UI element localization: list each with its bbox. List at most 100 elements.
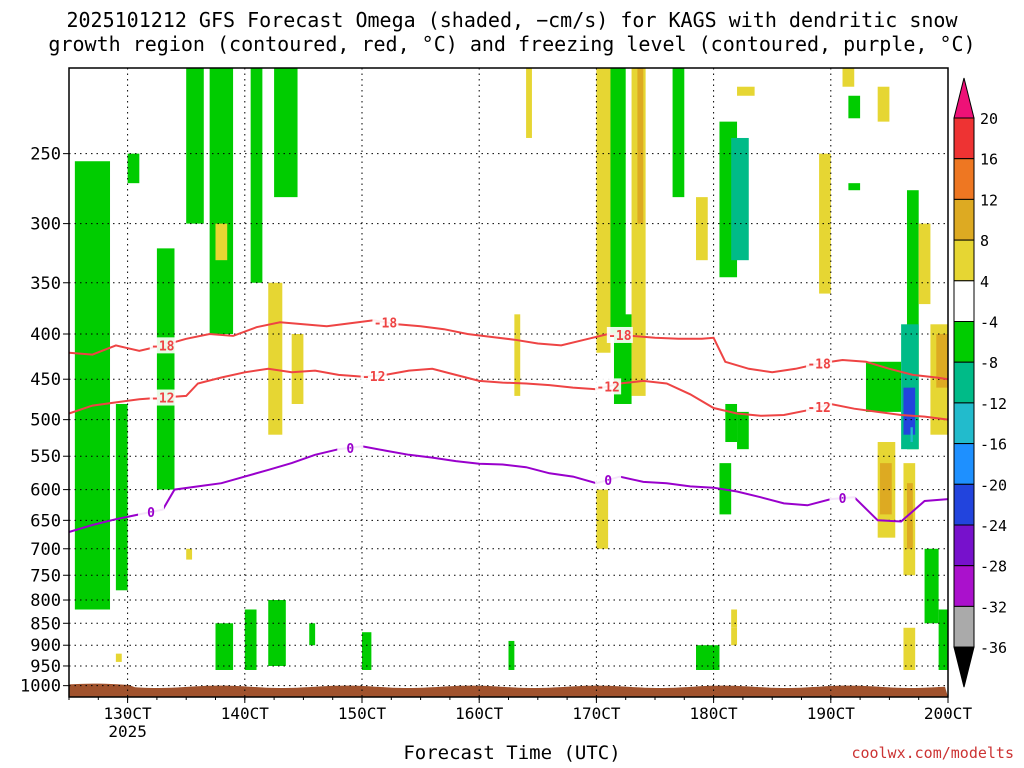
omega-region — [924, 548, 939, 624]
omega-region — [903, 387, 916, 435]
x-tick-label: 130CT — [104, 704, 153, 723]
colorbar-tick-label: 16 — [980, 151, 998, 169]
colorbar-bin — [953, 239, 975, 282]
colorbar-tick-label: -24 — [980, 517, 1007, 535]
y-tick-label: 600 — [30, 481, 61, 501]
x-axis-ticks: 130CT 140CT 150CT 160CT 170CT 180CT 190CT 200CT… — [68, 697, 973, 741]
terrain-fill — [69, 683, 948, 697]
contour-label: -12 — [596, 380, 619, 395]
contour-label: -12 — [807, 401, 830, 416]
omega-region — [637, 68, 644, 224]
colorbar-tick-label: -28 — [980, 558, 1007, 576]
y-tick-label: 950 — [30, 657, 61, 677]
freezing-level-contour — [68, 445, 949, 533]
y-axis-ticks: 2503003504004505005506006507007508008509… — [20, 145, 69, 697]
colorbar-bin — [953, 565, 975, 607]
omega-region — [696, 197, 708, 261]
omega-region — [362, 632, 372, 670]
y-tick-label: 650 — [30, 511, 61, 531]
omega-region — [842, 68, 855, 87]
x-tick-label: 170CT — [572, 704, 621, 723]
omega-region — [938, 609, 948, 670]
omega-region — [608, 68, 626, 335]
y-tick-label: 550 — [30, 447, 61, 467]
omega-region — [596, 489, 609, 549]
x-tick-label: 190CT — [807, 704, 856, 723]
omega-region — [156, 248, 175, 490]
omega-region — [244, 609, 257, 670]
x-tick-label: 180CT — [690, 704, 739, 723]
colorbar-tick-label: 4 — [980, 273, 989, 291]
y-tick-label: 350 — [30, 274, 61, 294]
colorbar-bin — [953, 524, 975, 567]
contour-label: -12 — [362, 370, 385, 385]
omega-region — [731, 137, 749, 261]
terrain-surface — [69, 683, 948, 697]
colorbar-tick-label: 12 — [980, 191, 998, 209]
x-tick-label: 140CT — [221, 704, 270, 723]
omega-region — [291, 334, 304, 404]
colorbar-bin — [953, 605, 975, 648]
contour-label: 0 — [604, 474, 612, 489]
omega-region — [848, 183, 861, 191]
omega-region — [115, 403, 128, 591]
x-tick-label: 160CT — [455, 704, 504, 723]
omega-region — [737, 86, 755, 96]
colorbar-tick-label: 8 — [980, 232, 989, 250]
colorbar-tick-label: -36 — [980, 639, 1007, 657]
contour-label: -18 — [807, 358, 831, 373]
colorbar-bin — [953, 402, 975, 445]
omega-region — [877, 86, 890, 122]
contour-label: -12 — [151, 392, 174, 407]
omega-region — [672, 68, 685, 198]
omega-region — [209, 68, 234, 335]
omega-region — [309, 623, 316, 646]
colorbar-top-arrow — [953, 77, 975, 119]
colorbar-tick-label: -8 — [980, 354, 998, 372]
contour-label: -18 — [151, 339, 175, 354]
x-tick-label: 200CT — [924, 704, 973, 723]
contour-label: 0 — [346, 442, 354, 457]
omega-region — [215, 623, 234, 670]
colorbar-bin — [953, 321, 975, 363]
colorbar: 20 16 12 8 4 -4 -8 -12 -16 -20 -24 -28 -32 -36 — [953, 77, 1007, 688]
omega-region — [186, 548, 193, 560]
colorbar-tick-label: 20 — [980, 110, 998, 128]
colorbar-bin — [953, 158, 975, 200]
contour-label: -18 — [608, 329, 632, 344]
y-tick-label: 750 — [30, 566, 61, 586]
contour-lines — [68, 319, 949, 533]
contour-label: 0 — [147, 506, 155, 521]
y-tick-label: 450 — [30, 370, 61, 390]
omega-region — [865, 361, 902, 412]
omega-region — [731, 609, 738, 628]
omega-region — [526, 68, 532, 138]
omega-region — [880, 463, 892, 515]
omega-region — [115, 653, 122, 662]
omega-region — [250, 68, 263, 283]
x-year-label: 2025 — [108, 722, 147, 741]
omega-region — [737, 411, 749, 450]
colorbar-tick-label: -16 — [980, 436, 1007, 454]
y-tick-label: 700 — [30, 540, 61, 560]
colorbar-bin — [953, 483, 975, 526]
colorbar-bin — [953, 117, 975, 160]
colorbar-tick-label: -32 — [980, 598, 1007, 616]
omega-region — [215, 223, 228, 261]
omega-region — [903, 627, 916, 670]
omega-region — [74, 161, 111, 610]
omega-region — [186, 68, 204, 224]
omega-region — [274, 68, 298, 198]
y-tick-label: 850 — [30, 614, 61, 634]
omega-region — [268, 282, 283, 435]
y-tick-label: 800 — [30, 591, 61, 611]
y-tick-label: 500 — [30, 411, 61, 431]
y-tick-label: 400 — [30, 325, 61, 345]
colorbar-tick-label: -20 — [980, 476, 1007, 494]
colorbar-bin — [953, 361, 975, 404]
omega-region — [596, 68, 611, 353]
contour-label: 0 — [839, 492, 847, 507]
y-tick-label: 250 — [30, 145, 61, 165]
omega-region — [910, 427, 913, 443]
colorbar-bin — [953, 443, 975, 485]
